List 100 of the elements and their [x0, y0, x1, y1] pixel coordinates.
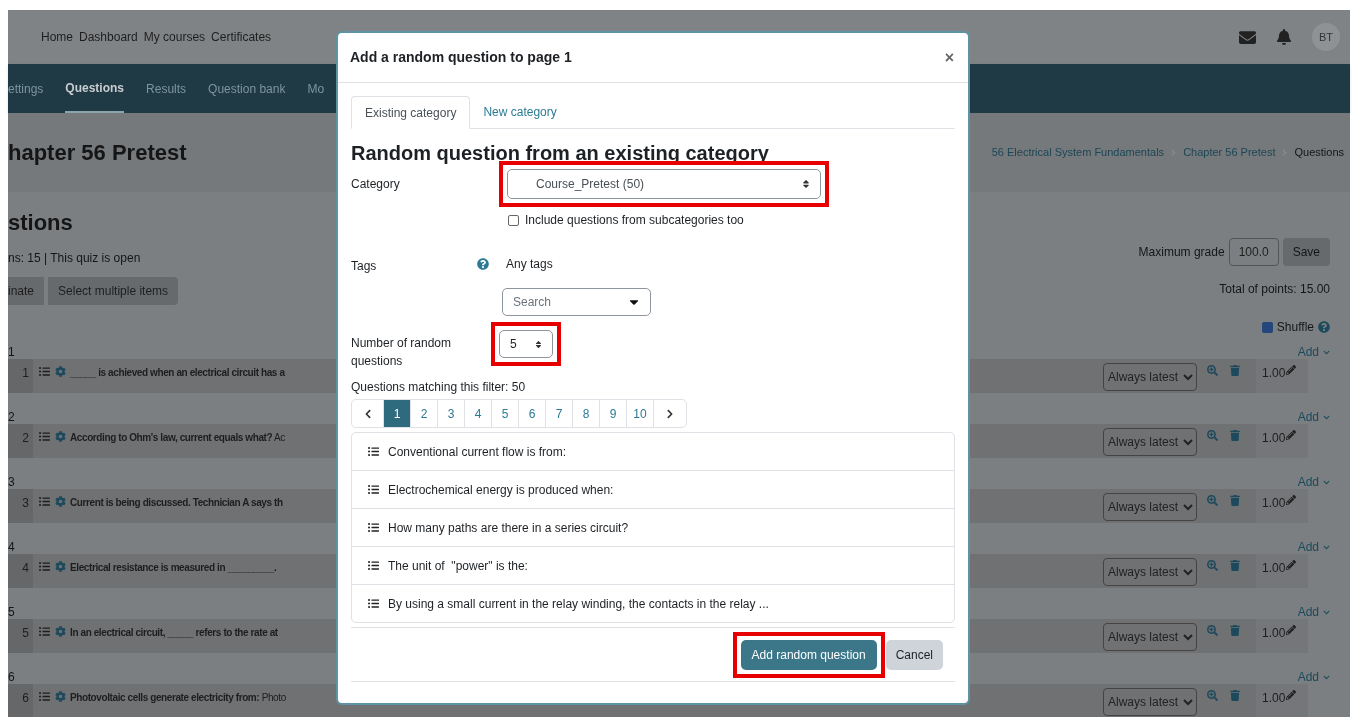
help-icon[interactable] — [1318, 321, 1330, 333]
version-select[interactable]: Always latest — [1103, 558, 1197, 586]
subcategories-label: Include questions from subcategories too — [525, 212, 744, 229]
slot-number: 1 — [8, 359, 33, 393]
pencil-icon[interactable] — [1286, 625, 1297, 635]
category-select[interactable]: Course_Pretest (50) — [507, 169, 821, 199]
pencil-icon[interactable] — [1286, 560, 1297, 570]
breadcrumb-item: Questions — [1294, 145, 1344, 161]
slot-number: 5 — [8, 619, 33, 653]
version-select[interactable]: Always latest — [1103, 428, 1197, 456]
add-menu[interactable]: Add — [1297, 473, 1342, 491]
mark-value[interactable]: 1.00 — [1256, 554, 1308, 588]
page-link[interactable]: 7 — [546, 400, 573, 427]
subcategories-checkbox[interactable] — [508, 214, 519, 226]
shuffle-checkbox[interactable] — [1261, 321, 1273, 333]
max-grade-field[interactable]: 100.0 — [1228, 238, 1279, 266]
page-link[interactable]: 8 — [573, 400, 600, 427]
pencil-icon[interactable] — [1286, 430, 1297, 440]
page-label: 3 — [8, 474, 15, 491]
mark-value[interactable]: 1.00 — [1256, 359, 1308, 393]
slot-number: 2 — [8, 424, 33, 458]
page-link[interactable]: 2 — [411, 400, 438, 427]
dialog-tab[interactable]: New category — [470, 95, 570, 128]
course-tab[interactable]: Mo — [307, 64, 325, 113]
nav-link[interactable]: Certificates — [211, 28, 272, 46]
delete-icon[interactable] — [1230, 560, 1240, 571]
pencil-icon[interactable] — [1286, 690, 1297, 700]
mark-value[interactable]: 1.00 — [1256, 424, 1308, 458]
version-select[interactable]: Always latest — [1103, 493, 1197, 521]
breadcrumb-item[interactable]: 56 Electrical System Fundamentals — [991, 144, 1165, 161]
page-link[interactable]: 5 — [492, 400, 519, 427]
version-select[interactable]: Always latest — [1103, 363, 1197, 391]
chevron-icon — [1323, 543, 1330, 551]
preview-icon[interactable] — [1207, 560, 1218, 571]
question-text: Electrical resistance is measured in _________. — [70, 561, 277, 575]
toolbar-button[interactable]: Select multiple items — [48, 277, 179, 305]
list-icon — [39, 561, 50, 572]
mail-icon[interactable] — [1239, 28, 1256, 46]
help-icon[interactable] — [477, 258, 489, 270]
nav-link[interactable]: Home — [41, 28, 73, 46]
add-menu[interactable]: Add — [1297, 408, 1342, 426]
question-title: The unit of "power" is the: — [388, 557, 528, 575]
add-menu[interactable]: Add — [1297, 668, 1342, 686]
chevron-icon — [1323, 413, 1330, 421]
chevron-icon — [1323, 673, 1330, 681]
preview-icon[interactable] — [1207, 365, 1218, 376]
slot-number: 4 — [8, 554, 33, 588]
cancel-button[interactable]: Cancel — [885, 639, 943, 670]
page-link[interactable]: 9 — [600, 400, 627, 427]
page-link[interactable]: 4 — [465, 400, 492, 427]
dialog-tab[interactable]: Existing category — [351, 96, 471, 129]
number-select[interactable]: 5 — [499, 330, 553, 358]
mark-value[interactable]: 1.00 — [1256, 619, 1308, 653]
sort-arrows-icon — [535, 339, 542, 349]
version-select[interactable]: Always latest — [1103, 623, 1197, 651]
pencil-icon[interactable] — [1286, 365, 1297, 375]
version-select[interactable]: Always latest — [1103, 688, 1197, 716]
slot-number: 6 — [8, 684, 33, 717]
question-text: According to Ohm's law, current equals what? Ac — [70, 431, 285, 445]
bell-icon[interactable] — [1276, 29, 1292, 45]
course-tab[interactable]: ettings — [8, 64, 44, 113]
nav-link[interactable]: My courses — [143, 28, 206, 46]
nav-link[interactable]: Dashboard — [79, 28, 138, 46]
add-menu[interactable]: Add — [1297, 538, 1342, 556]
delete-icon[interactable] — [1230, 625, 1240, 636]
preview-icon[interactable] — [1207, 625, 1218, 636]
page-link[interactable]: 10 — [627, 400, 654, 427]
add-menu[interactable]: Add — [1297, 603, 1342, 621]
preview-icon[interactable] — [1207, 690, 1218, 701]
course-tab[interactable]: Question bank — [208, 64, 286, 113]
add-menu[interactable]: Add — [1297, 343, 1342, 361]
toolbar-button[interactable]: inate — [8, 277, 45, 305]
add-random-question-button[interactable]: Add random question — [740, 639, 877, 670]
tags-search-field[interactable]: Search — [502, 288, 651, 316]
delete-icon[interactable] — [1230, 430, 1240, 441]
question-title: By using a small current in the relay winding, the contacts in the relay ... — [388, 595, 769, 613]
mark-value[interactable]: 1.00 — [1256, 684, 1308, 717]
matching-count: Questions matching this filter: 50 — [351, 379, 527, 396]
save-button[interactable]: Save — [1282, 238, 1330, 266]
page-label: 6 — [8, 669, 15, 686]
settings-icon — [55, 691, 66, 702]
delete-icon[interactable] — [1230, 690, 1240, 701]
preview-icon[interactable] — [1207, 430, 1218, 441]
close-button[interactable]: × — [944, 45, 956, 70]
user-avatar[interactable]: BT — [1312, 23, 1340, 51]
tags-label: Tags — [351, 258, 378, 275]
page-link[interactable]: 6 — [519, 400, 546, 427]
pencil-icon[interactable] — [1286, 495, 1297, 505]
preview-icon[interactable] — [1207, 495, 1218, 506]
course-tab[interactable]: Results — [146, 64, 187, 113]
page-link[interactable]: 3 — [438, 400, 465, 427]
slot-number: 3 — [8, 489, 33, 523]
page-link[interactable]: 1 — [384, 400, 411, 427]
delete-icon[interactable] — [1230, 365, 1240, 376]
breadcrumb-item[interactable]: Chapter 56 Pretest — [1183, 144, 1276, 161]
delete-icon[interactable] — [1230, 495, 1240, 506]
list-icon — [368, 446, 379, 457]
mark-value[interactable]: 1.00 — [1256, 489, 1308, 523]
list-icon — [39, 496, 50, 507]
list-icon — [368, 598, 379, 609]
